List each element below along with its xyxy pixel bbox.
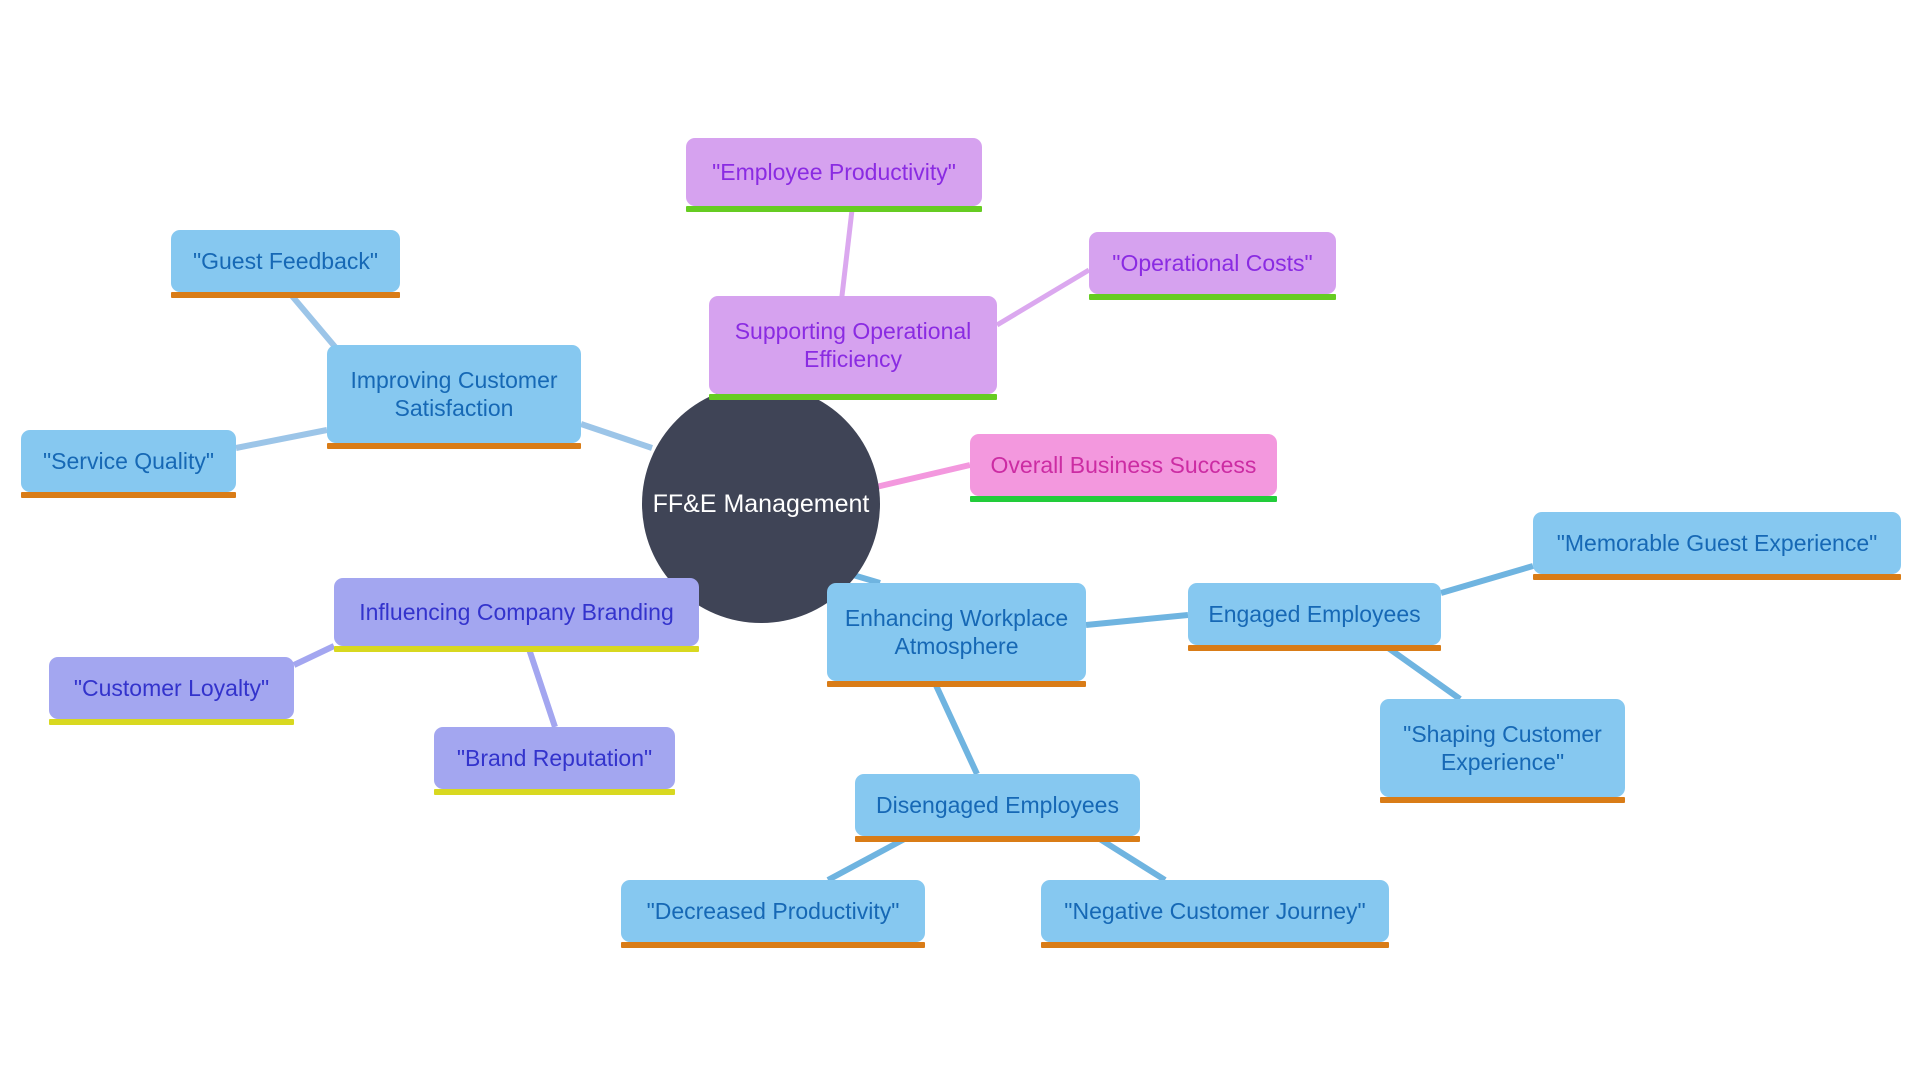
node-service_quality[interactable]: "Service Quality" — [21, 430, 236, 492]
node-guest_feedback[interactable]: "Guest Feedback" — [171, 230, 400, 292]
node-accent-service_quality — [21, 492, 236, 498]
node-label-enhancing_workplace_atmosphere: Enhancing Workplace Atmosphere — [844, 604, 1069, 659]
node-label-overall_business_success: Overall Business Success — [990, 451, 1257, 478]
node-enhancing_workplace_atmosphere[interactable]: Enhancing Workplace Atmosphere — [827, 583, 1086, 681]
node-accent-brand_reputation — [434, 789, 675, 795]
node-engaged_employees[interactable]: Engaged Employees — [1188, 583, 1441, 645]
node-label-service_quality: "Service Quality" — [43, 447, 214, 474]
node-operational_costs[interactable]: "Operational Costs" — [1089, 232, 1336, 294]
node-disengaged_employees[interactable]: Disengaged Employees — [855, 774, 1140, 836]
node-improving_customer_satisfaction[interactable]: Improving Customer Satisfaction — [327, 345, 581, 443]
node-label-shaping_customer_experience: "Shaping Customer Experience" — [1403, 720, 1602, 775]
node-label-influencing_company_branding: Influencing Company Branding — [359, 598, 674, 625]
node-employee_productivity[interactable]: "Employee Productivity" — [686, 138, 982, 206]
node-accent-customer_loyalty — [49, 719, 294, 725]
node-accent-memorable_guest_experience — [1533, 574, 1901, 580]
node-label-operational_costs: "Operational Costs" — [1112, 249, 1313, 276]
node-label-guest_feedback: "Guest Feedback" — [192, 247, 379, 274]
node-memorable_guest_experience[interactable]: "Memorable Guest Experience" — [1533, 512, 1901, 574]
node-accent-operational_costs — [1089, 294, 1336, 300]
node-customer_loyalty[interactable]: "Customer Loyalty" — [49, 657, 294, 719]
node-overall_business_success[interactable]: Overall Business Success — [970, 434, 1277, 496]
central-node-label: FF&E Management — [652, 489, 870, 518]
node-accent-shaping_customer_experience — [1380, 797, 1625, 803]
node-layer: FF&E Management "Employee Productivity" "… — [0, 0, 1920, 1080]
node-accent-negative_customer_journey — [1041, 942, 1389, 948]
node-label-disengaged_employees: Disengaged Employees — [876, 791, 1119, 818]
node-accent-decreased_productivity — [621, 942, 925, 948]
node-accent-supporting_operational_efficiency — [709, 394, 997, 400]
node-label-engaged_employees: Engaged Employees — [1208, 600, 1421, 627]
node-accent-enhancing_workplace_atmosphere — [827, 681, 1086, 687]
node-label-customer_loyalty: "Customer Loyalty" — [73, 674, 270, 701]
node-accent-influencing_company_branding — [334, 646, 699, 652]
node-accent-engaged_employees — [1188, 645, 1441, 651]
node-label-brand_reputation: "Brand Reputation" — [456, 744, 653, 771]
node-label-improving_customer_satisfaction: Improving Customer Satisfaction — [350, 366, 558, 421]
node-accent-overall_business_success — [970, 496, 1277, 502]
node-supporting_operational_efficiency[interactable]: Supporting Operational Efficiency — [709, 296, 997, 394]
node-brand_reputation[interactable]: "Brand Reputation" — [434, 727, 675, 789]
mindmap-canvas: FF&E Management "Employee Productivity" "… — [0, 0, 1920, 1080]
node-negative_customer_journey[interactable]: "Negative Customer Journey" — [1041, 880, 1389, 942]
node-label-negative_customer_journey: "Negative Customer Journey" — [1064, 897, 1366, 924]
node-decreased_productivity[interactable]: "Decreased Productivity" — [621, 880, 925, 942]
node-accent-improving_customer_satisfaction — [327, 443, 581, 449]
node-accent-guest_feedback — [171, 292, 400, 298]
node-label-memorable_guest_experience: "Memorable Guest Experience" — [1556, 529, 1878, 556]
node-label-decreased_productivity: "Decreased Productivity" — [646, 897, 900, 924]
node-accent-employee_productivity — [686, 206, 982, 212]
node-label-supporting_operational_efficiency: Supporting Operational Efficiency — [734, 317, 972, 372]
node-influencing_company_branding[interactable]: Influencing Company Branding — [334, 578, 699, 646]
node-label-employee_productivity: "Employee Productivity" — [712, 158, 956, 185]
node-accent-disengaged_employees — [855, 836, 1140, 842]
node-shaping_customer_experience[interactable]: "Shaping Customer Experience" — [1380, 699, 1625, 797]
